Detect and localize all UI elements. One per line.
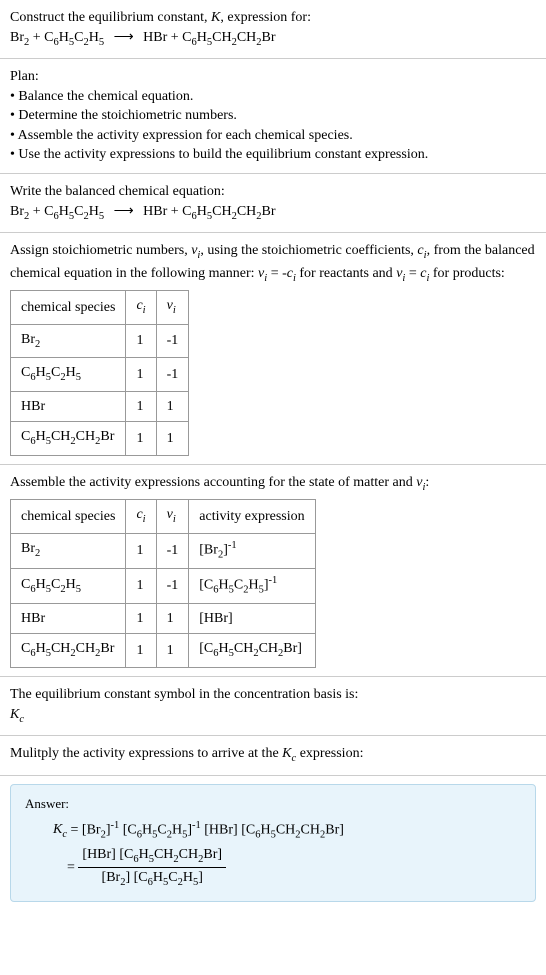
plan-bullet-3: • Assemble the activity expression for e… (10, 126, 536, 146)
activity-intro: Assemble the activity expressions accoun… (10, 473, 536, 495)
balanced-equation: Br2 + C6H5C2H5 ⟶ HBr + C6H5CH2CH2Br (10, 202, 536, 224)
plan-section: Plan: • Balance the chemical equation. •… (0, 59, 546, 174)
answer-equation-line2: = [HBr] [C6H5CH2CH2Br] [Br2] [C6H5C2H5] (67, 845, 521, 891)
stoich-table: chemical species ci νi Br2 1 -1 C6H5C2H5… (10, 290, 189, 456)
table-row: C6H5CH2CH2Br 1 1 [C6H5CH2CH2Br] (11, 634, 316, 667)
balanced-title: Write the balanced chemical equation: (10, 182, 536, 202)
table-row: HBr 1 1 (11, 391, 189, 422)
multiply-text: Mulitply the activity expressions to arr… (10, 744, 536, 766)
col-species: chemical species (11, 500, 126, 533)
table-header-row: chemical species ci νi activity expressi… (11, 500, 316, 533)
kc-symbol: Kc (10, 705, 536, 727)
table-row: C6H5C2H5 1 -1 (11, 358, 189, 391)
col-activity: activity expression (189, 500, 315, 533)
answer-equation-line1: Kc = [Br2]-1 [C6H5C2H5]-1 [HBr] [C6H5CH2… (53, 819, 521, 843)
plan-title: Plan: (10, 67, 536, 87)
answer-box: Answer: Kc = [Br2]-1 [C6H5C2H5]-1 [HBr] … (10, 784, 536, 902)
col-species: chemical species (11, 291, 126, 324)
plan-bullet-4: • Use the activity expressions to build … (10, 145, 536, 165)
col-vi: νi (156, 500, 189, 533)
plan-bullet-2: • Determine the stoichiometric numbers. (10, 106, 536, 126)
intro-equation: Br2 + C6H5C2H5 ⟶ HBr + C6H5CH2CH2Br (10, 28, 536, 50)
table-row: C6H5CH2CH2Br 1 1 (11, 422, 189, 455)
stoich-intro: Assign stoichiometric numbers, νi, using… (10, 241, 536, 286)
table-row: HBr 1 1 [HBr] (11, 603, 316, 634)
stoich-section: Assign stoichiometric numbers, νi, using… (0, 233, 546, 465)
table-header-row: chemical species ci νi (11, 291, 189, 324)
activity-table: chemical species ci νi activity expressi… (10, 499, 316, 668)
multiply-section: Mulitply the activity expressions to arr… (0, 736, 546, 775)
answer-label: Answer: (25, 795, 521, 813)
kc-symbol-text: The equilibrium constant symbol in the c… (10, 685, 536, 705)
kc-symbol-section: The equilibrium constant symbol in the c… (0, 677, 546, 736)
activity-section: Assemble the activity expressions accoun… (0, 465, 546, 677)
intro-section: Construct the equilibrium constant, K, e… (0, 0, 546, 59)
table-row: Br2 1 -1 [Br2]-1 (11, 533, 316, 568)
col-ci: ci (126, 500, 156, 533)
table-row: Br2 1 -1 (11, 324, 189, 357)
col-vi: νi (156, 291, 189, 324)
balanced-section: Write the balanced chemical equation: Br… (0, 174, 546, 233)
intro-title: Construct the equilibrium constant, K, e… (10, 8, 536, 28)
col-ci: ci (126, 291, 156, 324)
plan-bullet-1: • Balance the chemical equation. (10, 87, 536, 107)
table-row: C6H5C2H5 1 -1 [C6H5C2H5]-1 (11, 568, 316, 603)
